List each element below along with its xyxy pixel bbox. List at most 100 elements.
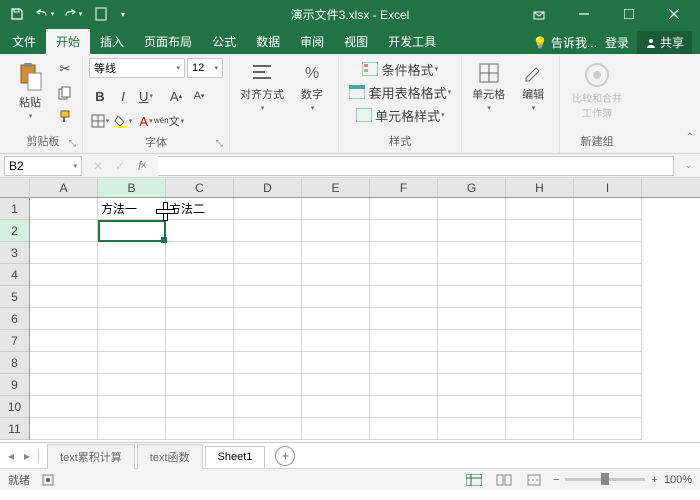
font-size-select[interactable]: 12▾ — [187, 58, 223, 78]
sheet-tab-bar: ◂ ▸ text累积计算 text函数 Sheet1 + — [0, 442, 700, 468]
normal-view-button[interactable] — [463, 471, 485, 489]
tab-file[interactable]: 文件 — [2, 29, 46, 54]
ribbon: 粘贴▾ ✂ 剪贴板 ⤡ 等线▾ 12▾ B I U▾ A▴ A▾ — [0, 54, 700, 154]
row-header[interactable]: 2 — [0, 220, 29, 242]
cells[interactable]: 方法一方法二 — [30, 198, 700, 442]
row-header[interactable]: 10 — [0, 396, 29, 418]
cancel-icon[interactable]: ✕ — [88, 156, 108, 176]
col-header[interactable]: B — [98, 178, 166, 197]
format-painter-button[interactable] — [54, 106, 76, 128]
col-header[interactable]: I — [574, 178, 642, 197]
sheet-nav[interactable]: ◂ ▸ — [8, 449, 39, 463]
qat-customize[interactable]: ▾ — [116, 2, 130, 26]
col-header[interactable]: E — [302, 178, 370, 197]
zoom-level[interactable]: 100% — [664, 474, 692, 486]
cond-format-button[interactable]: 条件格式▾ — [345, 58, 455, 80]
dialog-launcher-icon[interactable]: ⤡ — [216, 138, 223, 149]
formula-bar: B2▾ ✕ ✓ fx ⌄ — [0, 154, 700, 178]
number-button[interactable]: % 数字▾ — [292, 58, 332, 116]
dialog-launcher-icon[interactable]: ⤡ — [69, 138, 76, 149]
name-box[interactable]: B2▾ — [4, 156, 82, 176]
col-header[interactable]: C — [166, 178, 234, 197]
italic-button[interactable]: I — [112, 85, 134, 107]
row-header[interactable]: 5 — [0, 286, 29, 308]
font-name-select[interactable]: 等线▾ — [89, 58, 185, 78]
sheet-tab[interactable]: Sheet1 — [205, 446, 266, 468]
zoom-control[interactable]: − + 100% — [553, 474, 692, 486]
col-header[interactable]: A — [30, 178, 98, 197]
col-header[interactable]: H — [506, 178, 574, 197]
col-header[interactable]: G — [438, 178, 506, 197]
col-header[interactable]: D — [234, 178, 302, 197]
macro-record-icon[interactable] — [42, 474, 54, 486]
border-button[interactable]: ▾ — [89, 110, 111, 132]
group-styles: 条件格式▾ 套用表格格式▾ 单元格样式▾ 样式 — [339, 56, 462, 153]
group-font: 等线▾ 12▾ B I U▾ A▴ A▾ ▾ ▾ A▾ wén文▾ 字体 ⤡ — [83, 56, 230, 153]
save-button[interactable] — [4, 2, 30, 26]
login-link[interactable]: 登录 — [605, 34, 629, 51]
page-break-button[interactable] — [523, 471, 545, 489]
sheet-tab[interactable]: text函数 — [137, 444, 203, 469]
copy-button[interactable] — [54, 82, 76, 104]
row-header[interactable]: 1 — [0, 198, 29, 220]
compare-merge-button: 比较和合并工作簿 — [566, 58, 628, 124]
enter-icon[interactable]: ✓ — [110, 156, 130, 176]
spreadsheet-grid[interactable]: A B C D E F G H I 1 2 3 4 5 6 7 8 9 10 1… — [0, 178, 700, 442]
tab-insert[interactable]: 插入 — [90, 29, 134, 54]
formula-input[interactable] — [158, 156, 674, 176]
maximize-button[interactable] — [606, 0, 651, 28]
tab-dev[interactable]: 开发工具 — [378, 29, 446, 54]
tell-me[interactable]: 💡 告诉我... — [533, 34, 597, 51]
redo-button[interactable]: ▾ — [60, 2, 86, 26]
page-layout-button[interactable] — [493, 471, 515, 489]
cell-C1[interactable]: 方法二 — [166, 198, 234, 220]
tab-start[interactable]: 开始 — [46, 29, 90, 54]
bold-button[interactable]: B — [89, 85, 111, 107]
undo-button[interactable]: ▾ — [32, 2, 58, 26]
row-header[interactable]: 3 — [0, 242, 29, 264]
edit-button[interactable]: 编辑▾ — [513, 58, 553, 116]
decrease-font-button[interactable]: A▾ — [188, 85, 210, 107]
zoom-out-button[interactable]: − — [553, 474, 559, 486]
group-cells: 单元格▾ 编辑▾ — [462, 56, 560, 153]
row-header[interactable]: 7 — [0, 330, 29, 352]
tab-view[interactable]: 视图 — [334, 29, 378, 54]
cells-button[interactable]: 单元格▾ — [468, 58, 509, 116]
phonetic-button[interactable]: wén文▾ — [158, 110, 180, 132]
new-file-button[interactable] — [88, 2, 114, 26]
column-headers: A B C D E F G H I — [30, 178, 700, 198]
sheet-tab[interactable]: text累积计算 — [47, 444, 135, 469]
row-header[interactable]: 9 — [0, 374, 29, 396]
cell-B1[interactable]: 方法一 — [98, 198, 166, 220]
col-header[interactable]: F — [370, 178, 438, 197]
row-header[interactable]: 6 — [0, 308, 29, 330]
close-button[interactable] — [651, 0, 696, 28]
increase-font-button[interactable]: A▴ — [165, 85, 187, 107]
cut-button[interactable]: ✂ — [54, 58, 76, 80]
collapse-ribbon-button[interactable]: ⌃ — [686, 132, 694, 143]
ribbon-display-button[interactable] — [516, 0, 561, 28]
group-clipboard: 粘贴▾ ✂ 剪贴板 ⤡ — [4, 56, 83, 153]
table-format-button[interactable]: 套用表格格式▾ — [345, 81, 455, 103]
fill-color-button[interactable]: ▾ — [112, 110, 134, 132]
underline-button[interactable]: U▾ — [135, 85, 157, 107]
zoom-in-button[interactable]: + — [651, 474, 657, 486]
row-header[interactable]: 4 — [0, 264, 29, 286]
tab-layout[interactable]: 页面布局 — [134, 29, 202, 54]
paste-button[interactable]: 粘贴▾ — [10, 58, 50, 124]
tab-formula[interactable]: 公式 — [202, 29, 246, 54]
add-sheet-button[interactable]: + — [275, 446, 295, 466]
zoom-slider[interactable] — [565, 478, 645, 481]
align-button[interactable]: 对齐方式▾ — [236, 58, 288, 116]
row-header[interactable]: 8 — [0, 352, 29, 374]
select-all-corner[interactable] — [0, 178, 30, 198]
minimize-button[interactable] — [561, 0, 606, 28]
window-controls — [516, 0, 696, 28]
fx-icon[interactable]: fx — [132, 156, 152, 176]
tab-review[interactable]: 审阅 — [290, 29, 334, 54]
share-button[interactable]: 共享 — [637, 31, 692, 54]
row-header[interactable]: 11 — [0, 418, 29, 440]
tab-data[interactable]: 数据 — [246, 29, 290, 54]
cell-style-button[interactable]: 单元格样式▾ — [345, 104, 455, 126]
expand-formula-bar[interactable]: ⌄ — [680, 160, 696, 171]
